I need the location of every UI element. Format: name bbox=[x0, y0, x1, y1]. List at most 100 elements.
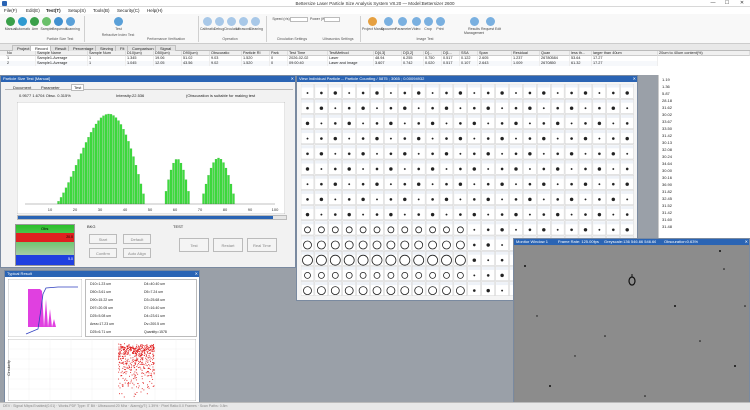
particle-thumbnail[interactable] bbox=[481, 281, 495, 297]
particle-thumbnail[interactable] bbox=[439, 205, 454, 220]
particle-thumbnail[interactable] bbox=[398, 220, 412, 236]
particle-thumbnail[interactable] bbox=[564, 220, 579, 236]
menu-file[interactable]: File(F) bbox=[4, 8, 17, 13]
particle-thumbnail[interactable] bbox=[578, 174, 593, 190]
menu-test[interactable]: Test(T) bbox=[46, 8, 61, 13]
particle-thumbnail[interactable] bbox=[425, 281, 440, 297]
particle-thumbnail[interactable] bbox=[578, 159, 593, 175]
particle-thumbnail[interactable] bbox=[620, 84, 634, 99]
video-button[interactable] bbox=[412, 17, 421, 26]
particle-thumbnail[interactable] bbox=[398, 190, 412, 205]
particle-thumbnail[interactable] bbox=[342, 144, 356, 160]
particle-thumbnail[interactable] bbox=[356, 84, 370, 99]
power-input[interactable] bbox=[324, 17, 340, 22]
debug-button[interactable] bbox=[215, 17, 224, 26]
particle-thumbnail[interactable] bbox=[328, 129, 342, 144]
particle-thumbnail[interactable] bbox=[314, 281, 328, 297]
particle-thumbnail[interactable] bbox=[564, 98, 579, 114]
particle-thumbnail[interactable] bbox=[425, 129, 440, 144]
particle-thumbnail[interactable] bbox=[453, 174, 467, 190]
particle-thumbnail[interactable] bbox=[620, 159, 634, 175]
particle-thumbnail[interactable] bbox=[509, 220, 523, 236]
particle-thumbnail[interactable] bbox=[578, 84, 593, 99]
particle-thumbnail[interactable] bbox=[398, 84, 412, 99]
particle-thumbnail[interactable] bbox=[411, 114, 426, 129]
particle-thumbnail[interactable] bbox=[550, 114, 565, 129]
particle-thumbnail[interactable] bbox=[537, 174, 551, 190]
particle-thumbnail[interactable] bbox=[495, 174, 509, 190]
particle-thumbnail[interactable] bbox=[301, 190, 315, 205]
particle-thumbnail[interactable] bbox=[495, 205, 509, 220]
particle-thumbnail[interactable] bbox=[411, 129, 426, 144]
particle-thumbnail[interactable] bbox=[328, 250, 342, 266]
particle-thumbnail[interactable] bbox=[606, 98, 620, 114]
sequence-button[interactable] bbox=[54, 17, 63, 26]
particle-thumbnail[interactable] bbox=[439, 159, 454, 175]
particle-thumbnail[interactable] bbox=[439, 129, 454, 144]
particle-thumbnail[interactable] bbox=[495, 98, 509, 114]
particle-thumbnail[interactable] bbox=[509, 159, 523, 175]
particle-thumbnail[interactable] bbox=[453, 281, 467, 297]
particle-thumbnail[interactable] bbox=[564, 190, 579, 205]
particle-thumbnail[interactable] bbox=[439, 235, 454, 251]
particle-thumbnail[interactable] bbox=[411, 205, 426, 220]
particle-thumbnail[interactable] bbox=[509, 190, 523, 205]
project-management-button[interactable] bbox=[368, 17, 377, 26]
particle-thumbnail[interactable] bbox=[453, 235, 467, 251]
particle-thumbnail[interactable] bbox=[467, 250, 481, 266]
particle-thumbnail[interactable] bbox=[523, 129, 537, 144]
particle-thumbnail[interactable] bbox=[453, 114, 467, 129]
test-button[interactable]: Test bbox=[179, 238, 209, 252]
particle-thumbnail[interactable] bbox=[467, 220, 481, 236]
particle-thumbnail[interactable] bbox=[425, 190, 440, 205]
particle-thumbnail[interactable] bbox=[384, 84, 398, 99]
particle-thumbnail[interactable] bbox=[564, 84, 579, 99]
particle-thumbnail[interactable] bbox=[467, 190, 481, 205]
particle-thumbnail[interactable] bbox=[425, 114, 440, 129]
menu-setup[interactable]: Setup(S) bbox=[68, 8, 86, 13]
particle-thumbnail[interactable] bbox=[384, 220, 398, 236]
col-header-20-40-content[interactable]: 20um to 40um content(%) bbox=[658, 51, 750, 56]
particle-thumbnail[interactable] bbox=[592, 205, 606, 220]
particle-thumbnail[interactable] bbox=[439, 144, 454, 160]
particle-thumbnail[interactable] bbox=[370, 266, 384, 281]
particle-thumbnail[interactable] bbox=[314, 114, 328, 129]
particle-thumbnail[interactable] bbox=[384, 159, 398, 175]
particle-thumbnail[interactable] bbox=[314, 84, 328, 99]
particle-thumbnail[interactable] bbox=[564, 174, 579, 190]
cleaning-button[interactable] bbox=[251, 17, 260, 26]
particle-thumbnail[interactable] bbox=[620, 190, 634, 205]
particle-thumbnail[interactable] bbox=[301, 205, 315, 220]
particle-thumbnail[interactable] bbox=[384, 144, 398, 160]
particle-thumbnail[interactable] bbox=[411, 266, 426, 281]
particle-thumbnail[interactable] bbox=[425, 250, 440, 266]
particle-thumbnail[interactable] bbox=[453, 144, 467, 160]
particle-thumbnail[interactable] bbox=[439, 114, 454, 129]
particle-thumbnail[interactable] bbox=[398, 129, 412, 144]
close-button[interactable]: ✕ bbox=[735, 0, 749, 7]
particle-thumbnail[interactable] bbox=[425, 266, 440, 281]
particle-thumbnail[interactable] bbox=[356, 159, 370, 175]
document-button[interactable] bbox=[384, 17, 393, 26]
particle-thumbnail[interactable] bbox=[509, 84, 523, 99]
close-icon[interactable]: ✕ bbox=[195, 271, 198, 276]
particle-thumbnail[interactable] bbox=[439, 220, 454, 236]
particle-thumbnail[interactable] bbox=[370, 281, 384, 297]
particle-thumbnail[interactable] bbox=[550, 159, 565, 175]
particle-thumbnail[interactable] bbox=[370, 220, 384, 236]
particle-thumbnail[interactable] bbox=[411, 190, 426, 205]
particle-thumbnail[interactable] bbox=[481, 98, 495, 114]
particle-thumbnail[interactable] bbox=[537, 205, 551, 220]
particle-thumbnail[interactable] bbox=[314, 220, 328, 236]
particle-thumbnail[interactable] bbox=[606, 159, 620, 175]
particle-thumbnail[interactable] bbox=[578, 144, 593, 160]
particle-thumbnail[interactable] bbox=[328, 220, 342, 236]
particle-thumbnail[interactable] bbox=[439, 190, 454, 205]
particle-thumbnail[interactable] bbox=[537, 159, 551, 175]
menu-edit[interactable]: Edit(E) bbox=[26, 8, 40, 13]
particle-thumbnail[interactable] bbox=[314, 159, 328, 175]
particle-thumbnail[interactable] bbox=[384, 174, 398, 190]
particle-thumbnail[interactable] bbox=[425, 235, 440, 251]
particle-thumbnail[interactable] bbox=[578, 129, 593, 144]
particle-thumbnail[interactable] bbox=[453, 84, 467, 99]
